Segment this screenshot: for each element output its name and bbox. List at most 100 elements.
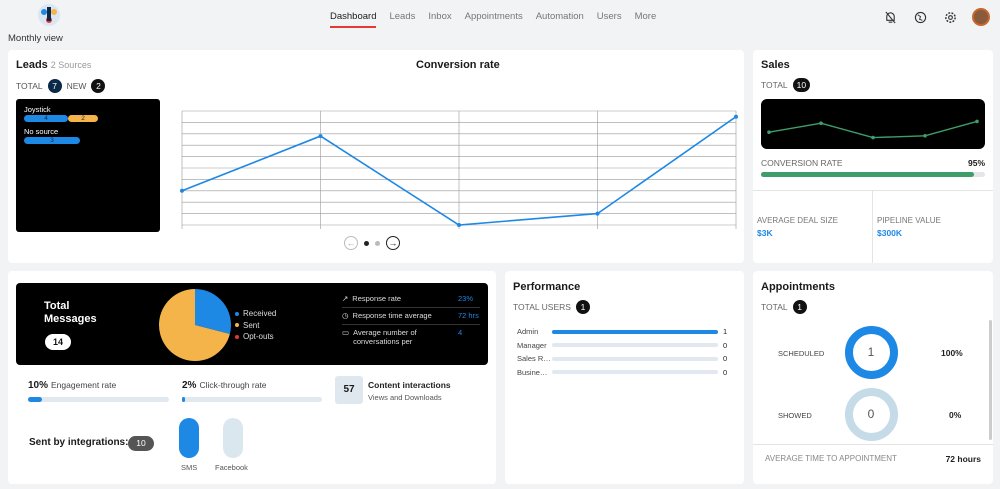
- total-users-label: TOTAL USERS: [513, 302, 571, 312]
- conversion-rate-chart: [180, 110, 738, 229]
- lead-source-row[interactable]: Joystick 4 2: [24, 105, 152, 122]
- showed-count: 0: [867, 407, 875, 421]
- conversion-rate-label: CONVERSION RATE: [761, 158, 843, 168]
- tab-inbox[interactable]: Inbox: [428, 11, 451, 28]
- leads-new-label: NEW: [66, 81, 87, 91]
- appointments-title: Appointments: [761, 281, 835, 293]
- leads-header: Leads 2 Sources: [16, 59, 91, 71]
- performance-row[interactable]: Admin 1: [517, 325, 739, 339]
- globe-icon[interactable]: [912, 9, 928, 25]
- messages-pie-chart: [159, 289, 231, 361]
- gear-icon[interactable]: [942, 9, 958, 25]
- sales-sparkline: [761, 99, 985, 149]
- tab-appointments[interactable]: Appointments: [465, 11, 523, 28]
- app-logo[interactable]: [36, 3, 62, 31]
- sales-card: Sales TOTAL 10 CONVERSION RATE 95% AVERA…: [753, 50, 993, 263]
- scrollbar[interactable]: [989, 320, 992, 440]
- next-arrow-icon[interactable]: →: [386, 236, 400, 250]
- messages-card: Total Messages 14 Received Sent Opt-outs…: [8, 271, 496, 484]
- main-nav: Dashboard Leads Inbox Appointments Autom…: [330, 11, 656, 28]
- avg-deal-size-value: $3K: [757, 228, 773, 238]
- integration-bar-facebook[interactable]: [223, 418, 243, 458]
- appointments-total-badge: 1: [792, 300, 807, 314]
- conversion-rate-title: Conversion rate: [416, 59, 500, 71]
- prev-arrow-icon[interactable]: ←: [344, 236, 358, 250]
- divider: [753, 444, 993, 445]
- sent-by-integrations-count: 10: [128, 436, 154, 451]
- appointments-card: Appointments TOTAL 1 SCHEDULED 1 100% SH…: [753, 271, 993, 484]
- avg-deal-size-label: AVERAGE DEAL SIZE: [757, 216, 838, 225]
- total-messages-title: Total Messages: [44, 300, 97, 325]
- sales-point: [923, 134, 927, 138]
- leads-card: Leads 2 Sources TOTAL 7 NEW 2 Joystick 4 …: [8, 50, 744, 263]
- leads-sources-text: 2 Sources: [50, 60, 92, 70]
- top-bar: Monthly view Dashboard Leads Inbox Appoi…: [0, 0, 1000, 46]
- trend-up-icon: ↗: [342, 294, 349, 303]
- appointments-total-label: TOTAL: [761, 302, 788, 312]
- performance-row[interactable]: Sales R… 0: [517, 352, 739, 366]
- scheduled-label: SCHEDULED: [778, 349, 825, 358]
- sales-point: [975, 119, 979, 124]
- sales-total: TOTAL 10: [761, 78, 811, 92]
- chat-icon: ▭: [342, 328, 350, 337]
- avatar[interactable]: [972, 8, 990, 26]
- sales-point: [819, 121, 823, 125]
- leads-title: Leads: [16, 59, 48, 71]
- leads-counts: TOTAL 7 NEW 2: [16, 79, 106, 93]
- scheduled-percent: 100%: [941, 348, 963, 358]
- stat-row: ◷ Response time average 72 hrs: [342, 308, 480, 325]
- total-users-badge: 1: [575, 300, 590, 314]
- bell-off-icon[interactable]: [882, 9, 898, 25]
- tab-dashboard[interactable]: Dashboard: [330, 11, 377, 28]
- lead-source-segment: 4: [24, 115, 68, 122]
- performance-row[interactable]: Busine… 0: [517, 366, 739, 380]
- integration-bar-sms[interactable]: [179, 418, 199, 458]
- top-icons: [882, 8, 990, 26]
- leads-total-badge: 7: [47, 79, 62, 93]
- performance-row[interactable]: Manager 0: [517, 339, 739, 353]
- response-stats: ↗ Response rate 23% ◷ Response time averag…: [342, 291, 480, 350]
- engagement-rate: 10% Engagement rate: [28, 380, 117, 391]
- divider: [872, 190, 873, 263]
- data-point: [180, 188, 184, 193]
- tab-automation[interactable]: Automation: [536, 11, 584, 28]
- content-interactions-title: Content interactions: [368, 380, 451, 390]
- engagement-rate-bar: [28, 397, 169, 402]
- appointments-total: TOTAL 1: [761, 300, 807, 314]
- view-caption: Monthly view: [8, 33, 63, 44]
- lead-source-name: No source: [24, 127, 59, 136]
- avg-time-label: AVERAGE TIME TO APPOINTMENT: [765, 454, 897, 463]
- integration-label-sms: SMS: [181, 463, 198, 472]
- stat-value: 23%: [458, 294, 474, 303]
- data-point: [595, 211, 600, 216]
- legend-item-opt-outs: Opt-outs: [235, 331, 276, 343]
- pager-dot[interactable]: [364, 240, 369, 246]
- tab-more[interactable]: More: [635, 11, 657, 28]
- legend-item-received: Received: [235, 308, 276, 320]
- pager-dot[interactable]: [375, 240, 380, 246]
- lead-source-row[interactable]: No source 3: [24, 127, 152, 144]
- performance-title: Performance: [513, 281, 581, 293]
- conversion-rate-value: 95%: [967, 158, 985, 168]
- total-messages-count: 14: [45, 334, 71, 350]
- clock-icon: ◷: [342, 311, 349, 320]
- leads-new-badge: 2: [91, 79, 106, 93]
- tab-leads[interactable]: Leads: [389, 11, 415, 28]
- chart-grid: [181, 110, 737, 229]
- stat-row: ▭ Average number of conversations per 4: [342, 325, 480, 350]
- tab-users[interactable]: Users: [597, 11, 622, 28]
- leads-total-label: TOTAL: [16, 81, 43, 91]
- lead-source-name: Joystick: [24, 105, 51, 114]
- conversion-rate-fill: [761, 172, 974, 177]
- sales-point: [871, 135, 875, 140]
- scheduled-count: 1: [867, 345, 875, 359]
- lead-source-segment: 2: [68, 115, 98, 122]
- data-point: [734, 114, 738, 119]
- pipeline-value: $300K: [877, 228, 903, 238]
- stat-value: 72 hrs: [458, 311, 479, 320]
- pipeline-value-label: PIPELINE VALUE: [877, 216, 941, 225]
- click-through-rate-bar: [182, 397, 322, 402]
- performance-rows: Admin 1 Manager 0 Sales R… 0 Busine… 0: [517, 325, 739, 379]
- stat-row: ↗ Response rate 23%: [342, 291, 480, 308]
- divider: [753, 190, 993, 191]
